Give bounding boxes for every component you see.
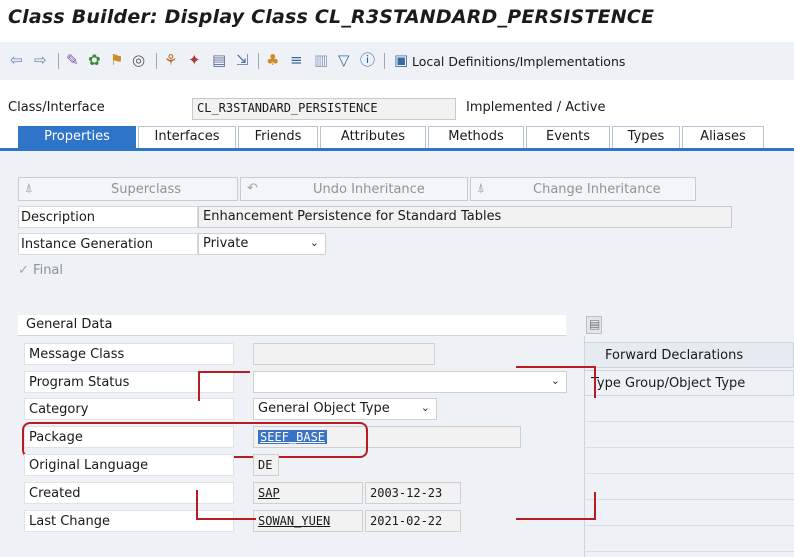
activate-icon[interactable]: ⚑ — [110, 53, 123, 68]
category-select[interactable]: General Object Type ⌄ — [253, 398, 437, 420]
table-row[interactable] — [584, 396, 794, 422]
annotation-line — [516, 366, 596, 368]
wand-icon[interactable]: ✦ — [188, 53, 201, 68]
checkmark-icon: ✓ — [18, 263, 29, 278]
table-row[interactable] — [584, 500, 794, 526]
forward-toggle-button[interactable]: ▤ — [586, 316, 602, 334]
class-status: Implemented / Active — [466, 100, 606, 115]
program-status-label: Program Status — [24, 371, 234, 393]
class-label: Class/Interface — [8, 100, 105, 115]
description-field[interactable]: Enhancement Persistence for Standard Tab… — [198, 206, 732, 228]
toolbar-separator — [384, 53, 385, 69]
back-icon[interactable]: ⇦ — [10, 53, 23, 68]
general-data-header: General Data — [18, 315, 566, 336]
tab-friends[interactable]: Friends — [238, 126, 318, 148]
final-label: Final — [33, 263, 64, 278]
display-object-icon[interactable]: ▤ — [212, 53, 226, 68]
align-icon[interactable]: ≡ — [290, 53, 303, 68]
local-defs-button[interactable]: Local Definitions/Implementations — [412, 54, 625, 69]
forward-declarations-column: Type Group/Object Type — [584, 370, 794, 396]
annotation-line — [196, 490, 198, 520]
table-row[interactable] — [584, 448, 794, 474]
final-checkbox[interactable]: ✓ Final — [18, 263, 63, 278]
tab-methods[interactable]: Methods — [428, 126, 524, 148]
tab-types[interactable]: Types — [612, 126, 680, 148]
change-inheritance-icon: ⍋ — [477, 181, 485, 196]
last-change-user-field[interactable]: SOWAN_YUEN — [253, 510, 363, 532]
chevron-down-icon: ⌄ — [550, 374, 560, 387]
chevron-down-icon: ⌄ — [420, 401, 430, 414]
table-row[interactable] — [584, 526, 794, 552]
toolbar-separator — [58, 53, 59, 69]
original-language-field[interactable]: DE — [253, 454, 279, 476]
edit-toggle-icon[interactable]: ✎ — [66, 53, 79, 68]
forward-declarations-title: Forward Declarations — [584, 342, 794, 368]
category-value: General Object Type — [258, 401, 390, 416]
instance-generation-select[interactable]: Private ⌄ — [198, 233, 326, 255]
program-status-select[interactable]: ⌄ — [253, 371, 567, 393]
superclass-button[interactable]: ⍋ Superclass — [18, 177, 238, 201]
local-defs-icon[interactable]: ▣ — [394, 53, 408, 68]
table-row[interactable] — [584, 422, 794, 448]
collapse-icon: ▤ — [589, 317, 601, 331]
instgen-label-box: Instance Generation — [18, 233, 198, 255]
tab-events[interactable]: Events — [526, 126, 610, 148]
description-label: Description — [21, 210, 96, 225]
undo-inheritance-button[interactable]: ↶ Undo Inheritance — [240, 177, 468, 201]
toolbar-separator — [156, 53, 157, 69]
superclass-icon: ⍋ — [25, 181, 33, 196]
tab-strip: Properties Interfaces Friends Attributes… — [0, 126, 794, 148]
annotation-line — [594, 492, 596, 520]
tab-properties[interactable]: Properties — [18, 126, 136, 148]
info-icon[interactable]: ⓘ — [360, 53, 375, 68]
created-date-field[interactable]: 2003-12-23 — [365, 482, 461, 504]
tab-aliases[interactable]: Aliases — [682, 126, 764, 148]
last-change-label: Last Change — [24, 510, 234, 532]
tab-attributes[interactable]: Attributes — [320, 126, 426, 148]
class-name-field[interactable]: CL_R3STANDARD_PERSISTENCE — [192, 98, 456, 120]
last-change-date-field[interactable]: 2021-02-22 — [365, 510, 461, 532]
check-icon[interactable]: ✿ — [88, 53, 101, 68]
annotation-line — [198, 371, 250, 373]
navigate-icon[interactable]: ⇲ — [236, 53, 249, 68]
change-inheritance-button[interactable]: ⍋ Change Inheritance — [470, 177, 696, 201]
annotation-line — [196, 518, 256, 520]
instgen-label: Instance Generation — [21, 237, 153, 252]
general-data-title: General Data — [26, 317, 113, 332]
annotation-line — [594, 366, 596, 398]
category-label: Category — [24, 398, 234, 420]
forward-icon[interactable]: ⇨ — [34, 53, 47, 68]
toolbar-separator — [258, 53, 259, 69]
tab-interfaces[interactable]: Interfaces — [138, 126, 236, 148]
message-class-label: Message Class — [24, 343, 234, 365]
window-title: Class Builder: Display Class CL_R3STANDA… — [8, 6, 655, 28]
class-header: Class/Interface CL_R3STANDARD_PERSISTENC… — [0, 98, 794, 120]
undo-icon: ↶ — [247, 181, 258, 196]
original-language-label: Original Language — [24, 454, 234, 476]
created-label: Created — [24, 482, 234, 504]
filter-icon[interactable]: ▽ — [338, 53, 350, 68]
description-label-box: Description — [18, 206, 198, 228]
toolbar: ⇦ ⇨ ✎ ✿ ⚑ ◎ ⚘ ✦ ▤ ⇲ ♣ ≡ ▥ ▽ ⓘ ▣ Local De… — [0, 42, 794, 80]
annotation-line — [198, 371, 200, 401]
table-row[interactable] — [584, 474, 794, 500]
message-class-field[interactable] — [253, 343, 435, 365]
table-icon[interactable]: ▥ — [314, 53, 328, 68]
chevron-down-icon: ⌄ — [309, 236, 319, 249]
instgen-value: Private — [203, 236, 249, 251]
object-list-icon[interactable]: ⚘ — [164, 53, 177, 68]
hierarchy-icon[interactable]: ♣ — [266, 53, 279, 68]
annotation-line — [516, 518, 596, 520]
created-user-field[interactable]: SAP — [253, 482, 363, 504]
package-highlight — [22, 422, 368, 458]
where-used-icon[interactable]: ◎ — [132, 53, 145, 68]
